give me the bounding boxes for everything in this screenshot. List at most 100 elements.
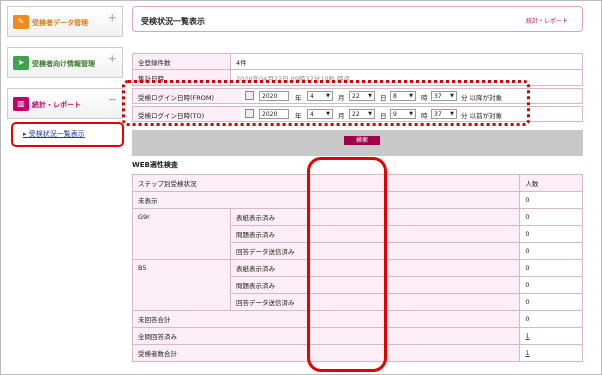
row-label: 未表示 (131, 191, 521, 209)
calendar-icon[interactable] (245, 109, 254, 118)
to-hour-select[interactable]: 9 ▼ (390, 109, 416, 119)
web-status-table: ステップ別受検状況 人数 未表示 0 G9r 表紙表示済み 0 問題表示済み 0… (131, 174, 583, 362)
month-unit: 月 (338, 94, 345, 102)
aggregate-value: 2020年04月22日 09時37分10秒 時点 (230, 69, 583, 86)
send-plane-icon: ➤ (13, 56, 29, 70)
to-minute-select[interactable]: 37 ▼ (431, 109, 457, 119)
to-day-select[interactable]: 22 ▼ (349, 109, 375, 119)
row-label: 未回答合計 (131, 310, 521, 328)
sidebar: ✎ 受検者データ管理 + ➤ 受検者向け情報管理 + ▥ 統計・レポート − ▸… (7, 6, 124, 368)
to-year-input[interactable]: 2020 (259, 109, 289, 119)
row-value: 1 (519, 327, 583, 345)
row-label: 表紙表示済み (229, 208, 521, 226)
page-title: 受検状況一覧表示 (141, 17, 205, 26)
page-header: 受検状況一覧表示 統計・レポート (132, 6, 583, 32)
filter-to-row: 受検ログイン日時(TO) 2020 年 4 ▼ 月 22 ▼ 日 9 ▼ 時 37 ▼ … (132, 106, 583, 122)
total-value: 4件 (230, 53, 583, 70)
count-link[interactable]: 1 (525, 332, 529, 340)
group-label-g9r: G9r (132, 208, 231, 260)
table-row: 未表示 0 (131, 191, 583, 209)
from-suffix: 分 以降が対象 (461, 94, 503, 102)
filter-from-row: 受検ログイン日時(FROM) 2020 年 4 ▼ 月 22 ▼ 日 8 ▼ 時 37… (132, 88, 583, 104)
chevron-down-icon: ▼ (450, 111, 454, 117)
chevron-down-icon: ▼ (326, 93, 330, 99)
aggregate-label: 集計日時 (132, 69, 231, 86)
search-button[interactable]: 検索 (344, 136, 380, 145)
from-minute-select[interactable]: 37 ▼ (431, 91, 457, 101)
hour-unit: 時 (421, 112, 428, 120)
sidebar-item-statistics[interactable]: ▥ 統計・レポート − (7, 88, 123, 119)
row-value: 0 (519, 310, 583, 328)
from-hour-select[interactable]: 8 ▼ (390, 91, 416, 101)
chevron-down-icon: ▼ (368, 93, 372, 99)
row-value: 0 (519, 259, 583, 277)
breadcrumb: 統計・レポート (525, 18, 568, 25)
row-label: 問題表示済み (229, 276, 521, 294)
count-link[interactable]: 1 (525, 349, 529, 357)
from-hour-value: 8 (393, 93, 397, 100)
sidebar-item-examinee-data[interactable]: ✎ 受検者データ管理 + (7, 6, 123, 37)
row-value: 1 (519, 344, 583, 362)
month-unit: 月 (338, 112, 345, 120)
table-row: 集計日時 2020年04月22日 09時37分10秒 時点 (132, 69, 583, 86)
from-year-input[interactable]: 2020 (259, 91, 289, 101)
sidebar-item-examinee-info[interactable]: ➤ 受検者向け情報管理 + (7, 47, 123, 78)
table-row: 全登録件数 4件 (132, 53, 583, 70)
row-value: 0 (519, 208, 583, 226)
row-value: 0 (519, 276, 583, 294)
column-header-status: ステップ別受検状況 (131, 174, 521, 192)
sidebar-sublink-status-list[interactable]: ▸ 受検状況一覧表示 (11, 122, 124, 147)
filter-to-label: 受検ログイン日時(TO) (133, 107, 241, 121)
day-unit: 日 (380, 94, 387, 102)
total-label: 全登録件数 (132, 53, 231, 70)
from-day-select[interactable]: 22 ▼ (349, 91, 375, 101)
section-title: WEB適性検査 (132, 161, 178, 169)
chevron-down-icon: ▼ (326, 111, 330, 117)
collapse-icon[interactable]: − (108, 93, 117, 106)
expand-icon[interactable]: + (108, 11, 117, 24)
table-row: 未回答合計 0 (131, 310, 583, 328)
expand-icon[interactable]: + (108, 52, 117, 65)
row-value: 0 (519, 191, 583, 209)
filter-from-label: 受検ログイン日時(FROM) (133, 89, 241, 103)
summary-table: 全登録件数 4件 集計日時 2020年04月22日 09時37分10秒 時点 (132, 53, 583, 86)
from-month-select[interactable]: 4 ▼ (307, 91, 333, 101)
row-label: 回答データ送信済み (229, 293, 521, 311)
search-bar: 検索 (132, 130, 583, 156)
to-month-value: 4 (310, 111, 314, 118)
column-header-count: 人数 (519, 174, 583, 192)
chevron-down-icon: ▼ (409, 93, 413, 99)
to-minute-value: 37 (434, 111, 442, 118)
to-month-select[interactable]: 4 ▼ (307, 109, 333, 119)
to-hour-value: 9 (393, 111, 397, 118)
from-minute-value: 37 (434, 93, 442, 100)
sidebar-item-label: 受検者向け情報管理 (32, 60, 95, 68)
row-label: 全問回答済み (131, 327, 521, 345)
row-label: 回答データ送信済み (229, 242, 521, 260)
row-label: 受検者数合計 (131, 344, 521, 362)
from-month-value: 4 (310, 93, 314, 100)
document-pencil-icon: ✎ (13, 15, 29, 29)
to-suffix: 分 以前が対象 (461, 112, 503, 120)
row-value: 0 (519, 293, 583, 311)
chart-icon: ▥ (13, 97, 29, 111)
group-label-b5: B5 (132, 259, 231, 311)
to-day-value: 22 (352, 111, 360, 118)
chevron-down-icon: ▼ (409, 111, 413, 117)
chevron-down-icon: ▼ (450, 93, 454, 99)
chevron-down-icon: ▼ (368, 111, 372, 117)
from-day-value: 22 (352, 93, 360, 100)
calendar-icon[interactable] (245, 91, 254, 100)
sidebar-item-label: 受検者データ管理 (32, 19, 88, 27)
row-value: 0 (519, 225, 583, 243)
table-header-row: ステップ別受検状況 人数 (131, 174, 583, 192)
sidebar-item-label: 統計・レポート (32, 101, 81, 109)
hour-unit: 時 (421, 94, 428, 102)
table-row: 受検者数合計 1 (131, 344, 583, 362)
row-label: 問題表示済み (229, 225, 521, 243)
day-unit: 日 (380, 112, 387, 120)
table-row: B5 表紙表示済み 0 (132, 259, 583, 311)
year-unit: 年 (295, 112, 302, 120)
year-unit: 年 (295, 94, 302, 102)
row-label: 表紙表示済み (229, 259, 521, 277)
